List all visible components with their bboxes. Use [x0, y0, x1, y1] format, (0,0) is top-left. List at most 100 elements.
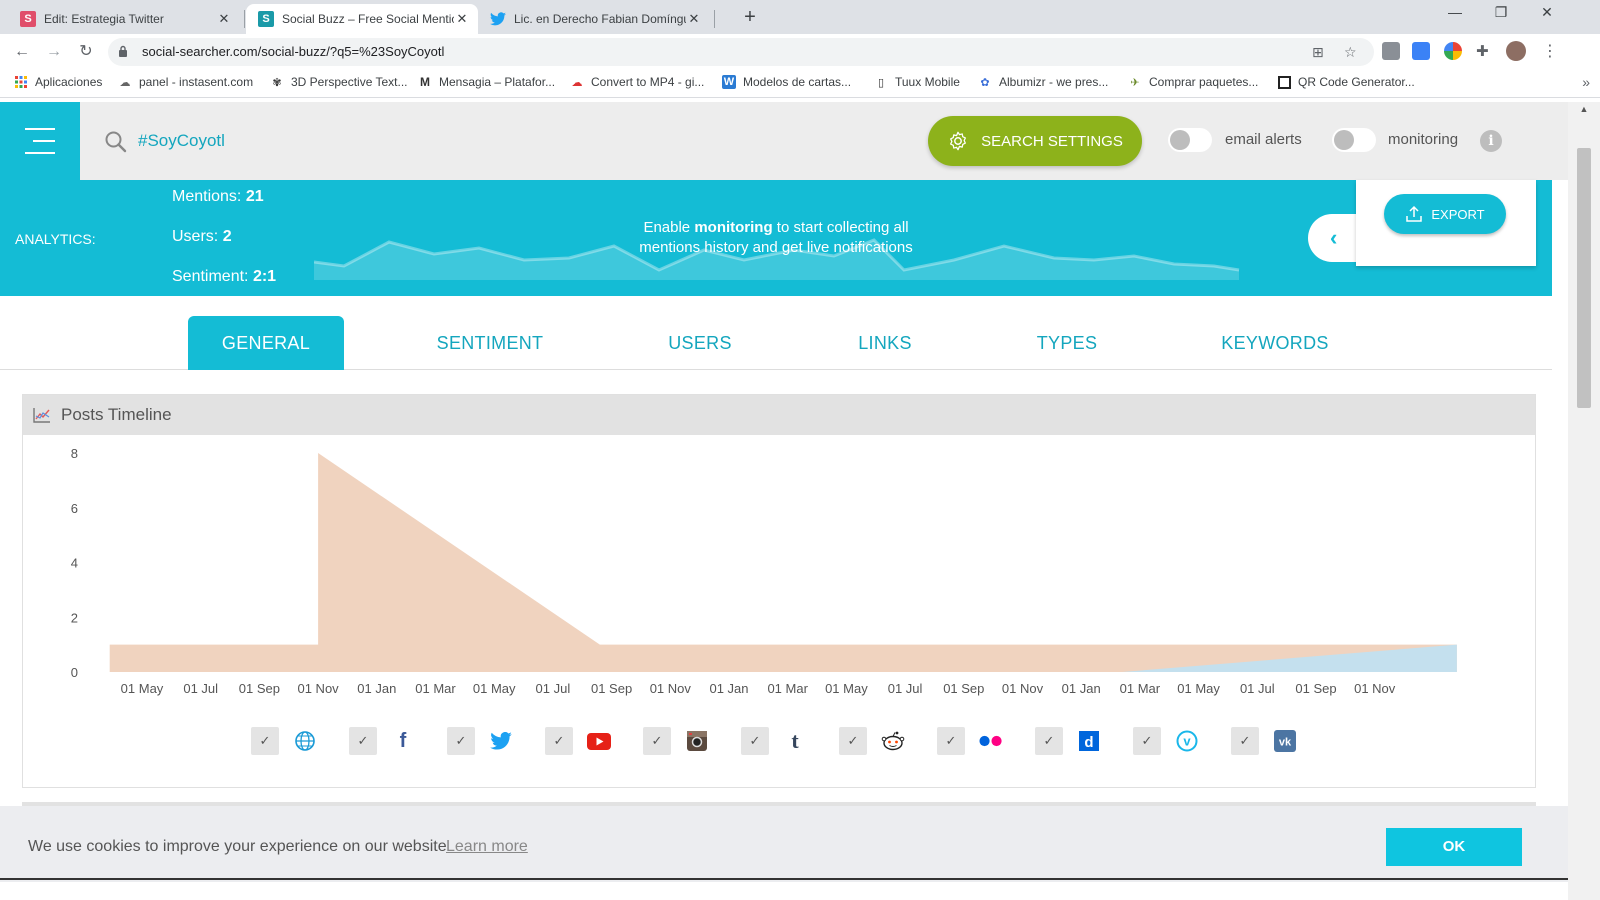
- email-alerts-toggle[interactable]: [1168, 128, 1212, 152]
- colorful-extension-icon[interactable]: [1444, 42, 1462, 60]
- info-icon[interactable]: i: [1480, 130, 1502, 152]
- export-button[interactable]: EXPORT: [1384, 194, 1506, 234]
- monitoring-message: Enable monitoring to start collecting al…: [620, 218, 932, 258]
- minimize-icon[interactable]: —: [1432, 4, 1478, 20]
- facebook-icon[interactable]: f: [391, 729, 415, 753]
- hamburger-menu-icon[interactable]: [0, 102, 80, 180]
- y-tick-label: 2: [71, 610, 78, 625]
- source-filter-flickr: ✓: [937, 723, 1027, 757]
- bookmark-star-icon[interactable]: ☆: [1344, 44, 1357, 61]
- translate-icon[interactable]: ⊞: [1312, 44, 1324, 61]
- close-tab-icon[interactable]: ✕: [454, 11, 470, 27]
- posts-timeline-panel: Posts Timeline 0 2 4 6 8 01 May 01 Jul 01 Sep 01…: [22, 394, 1536, 788]
- browser-tab-social-buzz[interactable]: S Social Buzz – Free Social Mention ✕: [246, 4, 478, 34]
- twitter-icon[interactable]: [489, 729, 513, 753]
- x-tick-label: 01 Sep: [239, 681, 280, 696]
- close-tab-icon[interactable]: ✕: [216, 11, 232, 27]
- bookmark-label: Convert to MP4 - gi...: [591, 75, 705, 89]
- source-checkbox[interactable]: ✓: [447, 727, 475, 755]
- tab-users[interactable]: USERS: [640, 316, 760, 370]
- back-icon[interactable]: ←: [10, 40, 34, 64]
- x-tick-label: 01 Jul: [888, 681, 923, 696]
- mentions-stat: Mentions: 21: [172, 188, 264, 206]
- instagram-icon[interactable]: [685, 729, 709, 753]
- bookmark-aplicaciones[interactable]: Aplicaciones: [14, 75, 102, 89]
- search-settings-button[interactable]: SEARCH SETTINGS: [928, 116, 1142, 166]
- tab-title: Lic. en Derecho Fabian Domíngue: [514, 12, 686, 26]
- source-checkbox[interactable]: ✓: [1133, 727, 1161, 755]
- tab-sentiment[interactable]: SENTIMENT: [410, 316, 570, 370]
- monitoring-toggle[interactable]: [1332, 128, 1376, 152]
- browser-tab-lic-derecho[interactable]: Lic. en Derecho Fabian Domíngue ✕: [478, 4, 710, 34]
- x-tick-label: 01 Nov: [650, 681, 692, 696]
- scrollbar-thumb[interactable]: [1577, 148, 1591, 408]
- globe-icon[interactable]: [293, 729, 317, 753]
- close-tab-icon[interactable]: ✕: [686, 11, 702, 27]
- reddit-icon[interactable]: [881, 729, 905, 753]
- extension-icon[interactable]: [1412, 42, 1430, 60]
- tumblr-icon[interactable]: t: [783, 728, 807, 753]
- restore-icon[interactable]: ❐: [1478, 4, 1524, 21]
- bookmark-tuux-mobile[interactable]: ▯ Tuux Mobile: [874, 75, 960, 89]
- bookmark-albumizr[interactable]: ✿ Albumizr - we pres...: [978, 75, 1108, 89]
- search-query[interactable]: #SoyCoyotl: [138, 131, 225, 151]
- tab-keywords[interactable]: KEYWORDS: [1200, 316, 1350, 370]
- pdf-extension-icon[interactable]: [1382, 42, 1400, 60]
- x-tick-label: 01 Jan: [1062, 681, 1101, 696]
- tab-links[interactable]: LINKS: [830, 316, 940, 370]
- bookmark-instasent[interactable]: ☁ panel - instasent.com: [118, 75, 254, 89]
- profile-avatar[interactable]: [1506, 41, 1526, 61]
- x-tick-label: 01 Jul: [183, 681, 218, 696]
- cookie-ok-button[interactable]: OK: [1386, 828, 1522, 866]
- bookmark-modelos-cartas[interactable]: W Modelos de cartas...: [722, 75, 851, 89]
- bookmark-convert-mp4[interactable]: ☁ Convert to MP4 - gi...: [570, 75, 705, 89]
- bookmark-comprar-paquetes[interactable]: ✈ Comprar paquetes...: [1128, 75, 1258, 89]
- source-checkbox[interactable]: ✓: [643, 727, 671, 755]
- learn-more-link[interactable]: Learn more: [446, 838, 528, 856]
- bookmark-qr-code[interactable]: QR Code Generator...: [1278, 75, 1415, 89]
- close-window-icon[interactable]: ✕: [1524, 4, 1570, 21]
- tab-types[interactable]: TYPES: [1010, 316, 1124, 370]
- source-checkbox[interactable]: ✓: [349, 727, 377, 755]
- analytics-banner: ANALYTICS: Mentions: 21 Users: 2 Sentime…: [0, 180, 1552, 296]
- scroll-up-icon[interactable]: ▲: [1568, 104, 1600, 114]
- puzzle-icon[interactable]: ✚: [1476, 42, 1494, 60]
- more-bookmarks-icon[interactable]: »: [1582, 74, 1590, 90]
- x-tick-label: 01 Mar: [767, 681, 808, 696]
- source-checkbox[interactable]: ✓: [937, 727, 965, 755]
- new-tab-button[interactable]: +: [738, 6, 762, 29]
- forward-icon[interactable]: →: [42, 40, 66, 64]
- bookmark-label: Aplicaciones: [35, 75, 103, 89]
- source-filters: ✓ ✓ f ✓ ✓ ✓ ✓ t ✓ ✓ ✓ d ✓ v ✓ vk: [23, 723, 1535, 763]
- address-bar[interactable]: social-searcher.com/social-buzz/?q5=%23S…: [108, 38, 1374, 66]
- bookmark-label: Tuux Mobile: [895, 75, 960, 89]
- svg-text:vk: vk: [1279, 737, 1292, 749]
- mensagia-icon: M: [420, 75, 430, 89]
- vimeo-icon[interactable]: v: [1175, 729, 1199, 753]
- apps-grid-icon: [14, 75, 28, 89]
- cookie-message: We use cookies to improve your experienc…: [28, 838, 447, 855]
- source-filter-facebook: ✓ f: [349, 723, 439, 757]
- tab-general[interactable]: GENERAL: [188, 316, 344, 370]
- youtube-icon[interactable]: [587, 729, 611, 753]
- flickr-icon[interactable]: [979, 729, 1003, 753]
- page-scrollbar[interactable]: ▲: [1568, 102, 1600, 900]
- source-checkbox[interactable]: ✓: [545, 727, 573, 755]
- y-tick-label: 4: [71, 556, 78, 571]
- source-checkbox[interactable]: ✓: [1035, 727, 1063, 755]
- x-tick-label: 01 Jul: [1240, 681, 1275, 696]
- source-checkbox[interactable]: ✓: [741, 727, 769, 755]
- menu-kebab-icon[interactable]: ⋮: [1538, 40, 1562, 64]
- browser-tab-estrategia[interactable]: S Edit: Estrategia Twitter ✕: [8, 4, 240, 34]
- source-checkbox[interactable]: ✓: [251, 727, 279, 755]
- vk-icon[interactable]: vk: [1273, 729, 1297, 753]
- x-tick-label: 01 Mar: [1120, 681, 1161, 696]
- dailymotion-icon[interactable]: d: [1077, 729, 1101, 753]
- search-icon[interactable]: [104, 130, 128, 154]
- reload-icon[interactable]: ↻: [74, 40, 98, 64]
- bookmark-3d-perspective[interactable]: ✾ 3D Perspective Text...: [270, 75, 407, 89]
- bookmark-mensagia[interactable]: M Mensagia – Platafor...: [418, 75, 555, 89]
- source-checkbox[interactable]: ✓: [1231, 727, 1259, 755]
- source-checkbox[interactable]: ✓: [839, 727, 867, 755]
- tab-title: Edit: Estrategia Twitter: [44, 12, 164, 26]
